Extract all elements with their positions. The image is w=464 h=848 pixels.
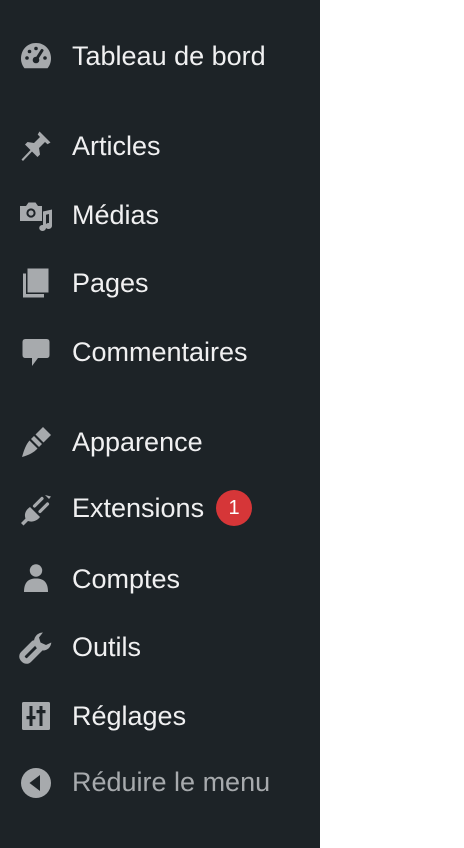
extensions-label-text: Extensions: [72, 493, 205, 524]
admin-sidebar: Tableau de bord Articles Médias Pages Co…: [0, 0, 320, 848]
sidebar-item-reglages[interactable]: Réglages: [0, 688, 320, 744]
wrench-icon: [16, 627, 56, 667]
sidebar-item-label: Réglages: [72, 701, 187, 731]
sidebar-item-label: Extensions 1: [72, 490, 253, 528]
sidebar-item-outils[interactable]: Outils: [0, 619, 320, 675]
sidebar-item-medias[interactable]: Médias: [0, 187, 320, 243]
update-count-badge: 1: [216, 490, 253, 526]
sidebar-item-comptes[interactable]: Comptes: [0, 551, 320, 607]
settings-icon: [16, 696, 56, 736]
sidebar-item-commentaires[interactable]: Commentaires: [0, 324, 320, 380]
sidebar-item-label: Apparence: [72, 427, 203, 457]
sidebar-item-label: Commentaires: [72, 337, 248, 367]
collapse-arrow-icon: [16, 762, 56, 802]
paintbrush-icon: [16, 422, 56, 462]
comment-icon: [16, 332, 56, 372]
sidebar-item-label: Médias: [72, 200, 160, 230]
pin-icon: [16, 126, 56, 166]
pages-icon: [16, 263, 56, 303]
sidebar-item-label: Comptes: [72, 564, 181, 594]
sidebar-item-pages[interactable]: Pages: [0, 255, 320, 311]
plugin-icon: [16, 490, 56, 530]
sidebar-item-extensions[interactable]: Extensions 1: [0, 482, 320, 538]
user-icon: [16, 559, 56, 599]
sidebar-item-dashboard[interactable]: Tableau de bord: [0, 28, 320, 84]
sidebar-item-label: Tableau de bord: [72, 41, 266, 71]
sidebar-item-label: Articles: [72, 131, 161, 161]
sidebar-item-label: Outils: [72, 632, 142, 662]
sidebar-item-apparence[interactable]: Apparence: [0, 414, 320, 470]
sidebar-item-label: Pages: [72, 268, 149, 298]
media-icon: [16, 195, 56, 235]
collapse-menu-label: Réduire le menu: [72, 767, 271, 797]
dashboard-icon: [16, 36, 56, 76]
sidebar-item-articles[interactable]: Articles: [0, 118, 320, 174]
main-content-area: [320, 0, 464, 848]
collapse-menu-button[interactable]: Réduire le menu: [0, 754, 320, 810]
